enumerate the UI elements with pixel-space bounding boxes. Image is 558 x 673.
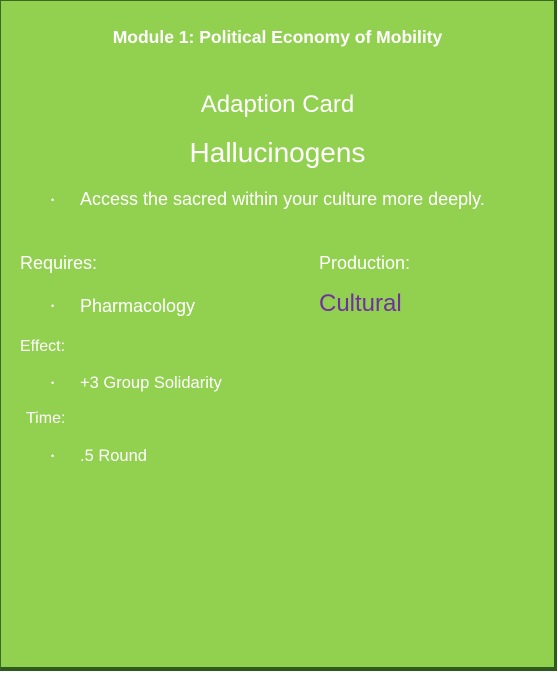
production-value: Cultural [319, 290, 402, 317]
bullet-icon: • [51, 378, 55, 388]
module-title: Module 1: Political Economy of Mobility [112, 27, 443, 47]
card-type-heading: Adaption Card [200, 91, 355, 118]
requires-item: Pharmacology [80, 296, 196, 316]
effect-item: +3 Group Solidarity [80, 374, 222, 392]
effect-label: Effect: [20, 338, 66, 355]
bullet-icon: • [51, 301, 55, 311]
time-label: Time: [26, 410, 66, 427]
production-label: Production: [319, 253, 411, 273]
bullet-icon: • [51, 451, 55, 461]
time-item: .5 Round [80, 447, 147, 465]
card-name-heading: Hallucinogens [189, 137, 366, 168]
bullet-icon: • [51, 195, 55, 205]
card-description: Access the sacred within your culture mo… [80, 189, 485, 209]
adaption-card: Module 1: Political Economy of Mobility … [0, 0, 557, 671]
requires-label: Requires: [20, 253, 98, 273]
